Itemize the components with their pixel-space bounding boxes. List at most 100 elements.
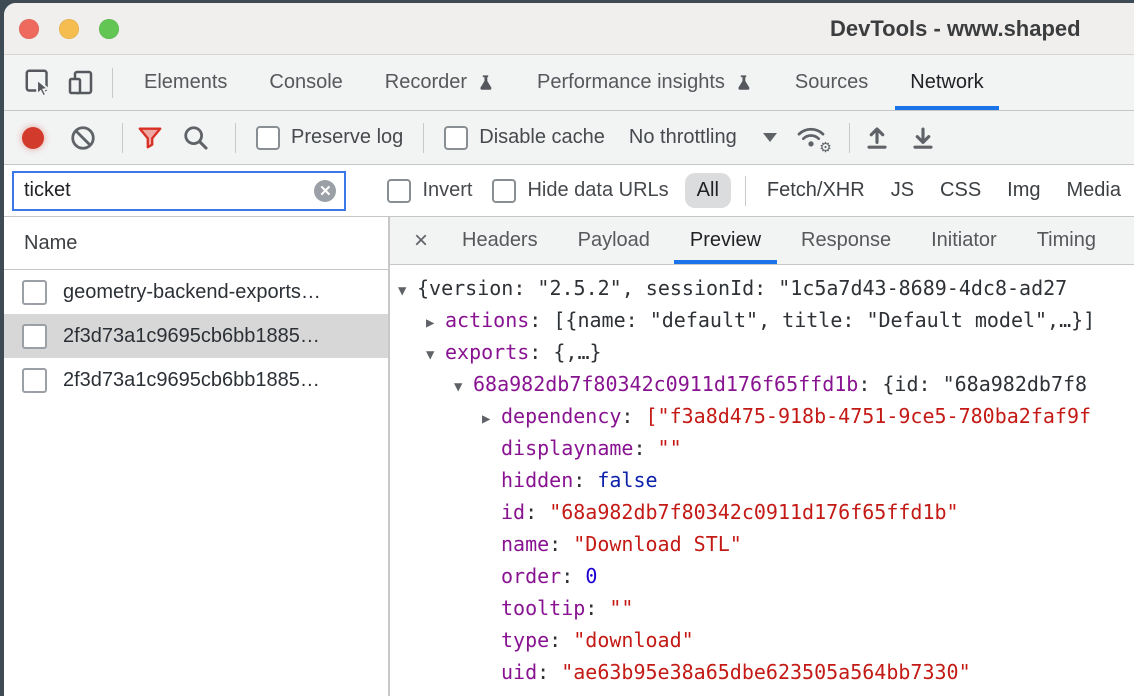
detail-tab-preview[interactable]: Preview: [670, 217, 781, 264]
json-segment: type: [501, 628, 549, 652]
request-name: 2f3d73a1c9695cb6bb1885…: [63, 325, 320, 348]
request-checkbox[interactable]: [22, 368, 47, 393]
divider: [122, 123, 123, 153]
json-segment: "Download STL": [573, 532, 742, 556]
chevron-down-icon: [763, 133, 777, 142]
json-line: ▶actions: [{name: "default", title: "Def…: [390, 304, 1134, 336]
resource-filter-fetch-xhr[interactable]: Fetch/XHR: [767, 179, 865, 202]
json-line: name: "Download STL": [390, 528, 1134, 560]
minimize-window-button[interactable]: [59, 19, 79, 39]
table-row[interactable]: 2f3d73a1c9695cb6bb1885…: [4, 314, 388, 358]
resource-filter-media[interactable]: Media: [1067, 179, 1121, 202]
json-segment: dependency: [501, 404, 621, 428]
request-checkbox[interactable]: [22, 280, 47, 305]
throttling-value: No throttling: [629, 126, 737, 149]
invert-label: Invert: [422, 179, 472, 202]
tab-sources[interactable]: Sources: [774, 55, 889, 110]
request-name: 2f3d73a1c9695cb6bb1885…: [63, 369, 320, 392]
detail-tab-timing[interactable]: Timing: [1017, 217, 1116, 264]
expand-arrow-icon[interactable]: ▶: [426, 307, 445, 339]
json-line: tooltip: "": [390, 592, 1134, 624]
tab-elements[interactable]: Elements: [123, 55, 248, 110]
json-segment: uid: [501, 660, 537, 684]
json-segment: hidden: [501, 468, 573, 492]
resource-filter-all[interactable]: All: [685, 173, 731, 208]
json-segment: "68a982db7f80342c0911d176f65ffd1b": [549, 500, 958, 524]
tab-performance-insights[interactable]: Performance insights: [516, 55, 774, 110]
detail-tab-initiator[interactable]: Initiator: [911, 217, 1017, 264]
search-button[interactable]: [179, 121, 213, 155]
record-network-log-button[interactable]: [22, 127, 44, 149]
gear-icon: ⚙: [819, 139, 832, 156]
inspect-element-button[interactable]: [18, 62, 60, 104]
tab-console[interactable]: Console: [248, 55, 363, 110]
invert-control: Invert: [387, 179, 472, 203]
json-segment: tooltip: [501, 596, 585, 620]
table-row[interactable]: 2f3d73a1c9695cb6bb1885…: [4, 358, 388, 402]
filter-toggle-button[interactable]: [133, 121, 167, 155]
tab-label: Performance insights: [537, 71, 725, 94]
throttling-dropdown[interactable]: No throttling: [629, 126, 777, 149]
json-segment: exports: [445, 340, 529, 364]
import-har-button[interactable]: [860, 121, 894, 155]
collapse-arrow-icon[interactable]: ▼: [398, 275, 417, 307]
collapse-arrow-icon[interactable]: ▼: [426, 339, 445, 371]
detail-tab-headers[interactable]: Headers: [442, 217, 558, 264]
network-toolbar: Preserve log Disable cache No throttling…: [4, 111, 1134, 165]
request-detail-panel: × HeadersPayloadPreviewResponseInitiator…: [390, 217, 1134, 696]
resource-filter-css[interactable]: CSS: [940, 179, 981, 202]
request-checkbox[interactable]: [22, 324, 47, 349]
tab-label: Elements: [144, 71, 227, 94]
network-filter-bar: ✕ Invert Hide data URLs AllFetch/XHRJSCS…: [4, 165, 1134, 217]
json-segment: 0: [585, 564, 597, 588]
detail-tab-payload[interactable]: Payload: [558, 217, 670, 264]
zoom-window-button[interactable]: [99, 19, 119, 39]
preview-json-tree: ▼{version: "2.5.2", sessionId: "1c5a7d43…: [390, 265, 1134, 696]
collapse-arrow-icon[interactable]: ▼: [454, 371, 473, 403]
disable-cache-label: Disable cache: [479, 126, 605, 149]
close-detail-button[interactable]: ×: [400, 217, 442, 264]
expand-arrow-icon[interactable]: ▶: [482, 403, 501, 435]
table-row[interactable]: geometry-backend-exports…: [4, 270, 388, 314]
hide-data-urls-checkbox[interactable]: [492, 179, 516, 203]
tab-network[interactable]: Network: [889, 55, 1004, 110]
name-header-label: Name: [24, 232, 77, 255]
invert-checkbox[interactable]: [387, 179, 411, 203]
divider: [745, 176, 746, 206]
json-line: displayname: "": [390, 432, 1134, 464]
json-segment: : {,…}: [529, 340, 601, 364]
resource-filter-img[interactable]: Img: [1007, 179, 1040, 202]
json-segment: order: [501, 564, 561, 588]
clear-icon: [69, 124, 97, 152]
json-line: id: "68a982db7f80342c0911d176f65ffd1b": [390, 496, 1134, 528]
json-segment: :: [561, 564, 585, 588]
json-segment: :: [585, 596, 609, 620]
detail-tab-response[interactable]: Response: [781, 217, 911, 264]
tab-label: Sources: [795, 71, 868, 94]
network-conditions-button[interactable]: ⚙: [795, 122, 829, 154]
search-icon: [182, 124, 210, 152]
window-controls: [19, 19, 119, 39]
json-segment: 68a982db7f80342c0911d176f65ffd1b: [473, 372, 858, 396]
filter-input[interactable]: [24, 179, 314, 202]
network-content: Name geometry-backend-exports… 2f3d73a1c9…: [4, 217, 1134, 696]
clear-network-log-button[interactable]: [66, 121, 100, 155]
preserve-log-checkbox[interactable]: [256, 126, 280, 150]
json-segment: "": [658, 436, 682, 460]
json-line: ▼{version: "2.5.2", sessionId: "1c5a7d43…: [390, 272, 1134, 304]
clear-filter-icon[interactable]: ✕: [314, 180, 336, 202]
json-segment: actions: [445, 308, 529, 332]
close-window-button[interactable]: [19, 19, 39, 39]
divider: [849, 123, 850, 153]
devtools-tab-bar: Elements ConsoleRecorder Performance insig…: [4, 55, 1134, 111]
json-segment: :: [573, 468, 597, 492]
tab-recorder[interactable]: Recorder: [364, 55, 516, 110]
export-har-button[interactable]: [906, 121, 940, 155]
toggle-device-toolbar-button[interactable]: [60, 62, 102, 104]
flask-icon: [734, 72, 753, 93]
inspect-cursor-icon: [23, 67, 55, 99]
tab-label: Network: [910, 71, 983, 94]
disable-cache-checkbox[interactable]: [444, 126, 468, 150]
name-column-header[interactable]: Name: [4, 217, 388, 270]
resource-filter-js[interactable]: JS: [891, 179, 914, 202]
